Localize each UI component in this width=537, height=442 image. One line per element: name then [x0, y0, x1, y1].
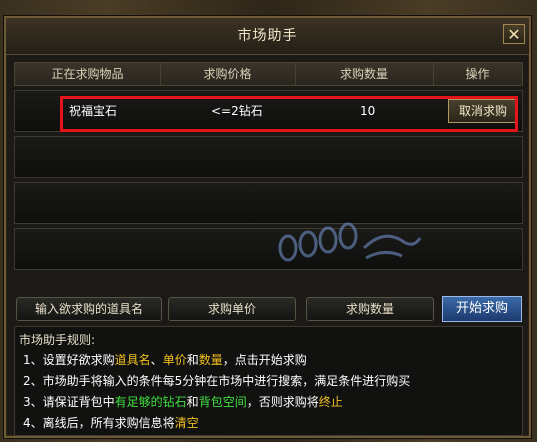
row-highlight-box [60, 96, 518, 132]
table-row-empty [14, 182, 523, 224]
quantity-input[interactable]: 求购数量 [306, 297, 434, 321]
rule-number: 1、 [23, 353, 43, 367]
rule-number: 2、 [23, 374, 43, 388]
header-action: 操作 [465, 67, 490, 81]
rule-highlight: 终止 [318, 395, 343, 409]
rule-text: ，否则求购将 [246, 395, 319, 409]
rules-title: 市场助手规则: [19, 333, 96, 347]
header-price: 求购价格 [160, 63, 296, 85]
rule-text: 请保证背包中 [42, 395, 115, 409]
rule-3: 3、请保证背包中有足够的钻石和背包空间，否则求购将终止 [23, 393, 343, 410]
rule-text: 和 [186, 395, 199, 409]
start-purchase-button[interactable]: 开始求购 [442, 296, 522, 322]
rules-panel: 市场助手规则: 1、设置好欲求购道具名、单价和数量，点击开始求购 2、市场助手将… [14, 326, 523, 436]
rule-highlight: 有足够的钻石 [114, 395, 187, 409]
rule-2: 2、市场助手将输入的条件每5分钟在市场中进行搜索，满足条件进行购买 [23, 372, 410, 389]
rule-text: 市场助手将输入的条件每5分钟在市场中进行搜索，满足条件进行购买 [42, 374, 411, 388]
rule-text: 离线后，所有求购信息将 [42, 416, 175, 430]
item-name-input[interactable]: 输入欲求购的道具名 [16, 297, 162, 321]
rule-highlight: 数量 [198, 353, 223, 367]
rule-text: 、 [150, 353, 163, 367]
rule-highlight: 背包空间 [198, 395, 247, 409]
header-item: 正在求购物品 [15, 63, 161, 85]
rule-highlight: 道具名 [114, 353, 151, 367]
rule-4: 4、离线后，所有求购信息将清空 [23, 414, 199, 431]
rule-1: 1、设置好欲求购道具名、单价和数量，点击开始求购 [23, 351, 307, 368]
rule-text: ，点击开始求购 [222, 353, 307, 367]
rule-highlight: 清空 [174, 416, 199, 430]
rule-number: 3、 [23, 395, 43, 409]
rule-text: 设置好欲求购 [42, 353, 115, 367]
rule-text: 和 [186, 353, 199, 367]
watermark-logo [274, 218, 424, 278]
market-assistant-window: 市场助手 ✕ 正在求购物品 求购价格 求购数量 操作 祝福宝石 <=2钻石 10… [4, 16, 531, 438]
unit-price-input[interactable]: 求购单价 [168, 297, 296, 321]
rule-highlight: 单价 [162, 353, 187, 367]
table-row-empty [14, 136, 523, 178]
rule-number: 4、 [23, 416, 43, 430]
table-header: 正在求购物品 求购价格 求购数量 操作 [14, 62, 523, 86]
window-title: 市场助手 [237, 28, 298, 44]
close-button[interactable]: ✕ [503, 24, 525, 44]
watermark-logo-icon [278, 222, 422, 262]
table-row-empty [14, 228, 523, 270]
titlebar: 市场助手 ✕ [6, 18, 529, 55]
header-quantity: 求购数量 [295, 63, 434, 85]
